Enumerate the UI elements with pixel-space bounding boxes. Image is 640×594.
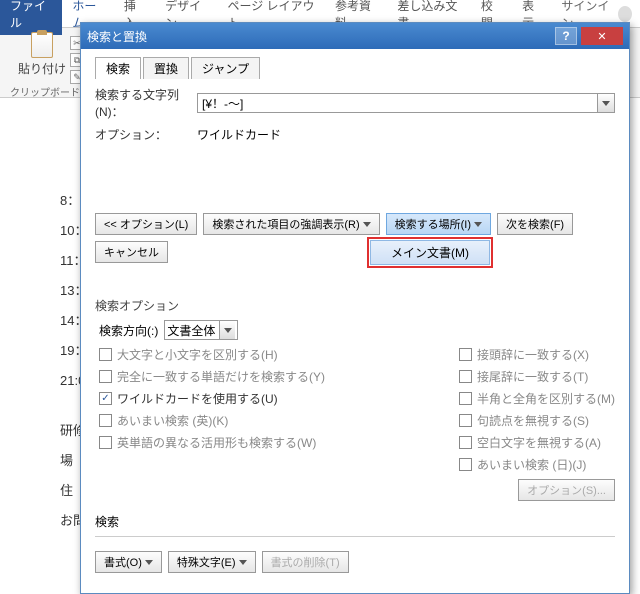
checkbox-option: 接頭辞に一致する(X) [459,346,615,363]
checkbox-label: 半角と全角を区別する(M) [477,390,615,407]
checkbox-option: 空白文字を無視する(A) [459,434,615,451]
paste-button[interactable]: 貼り付け [18,32,66,84]
checkbox-box [459,370,472,383]
checkbox-label: 句読点を無視する(S) [477,412,589,429]
checkbox-option: 句読点を無視する(S) [459,412,615,429]
option-value: ワイルドカード [197,126,281,143]
checkbox-label: あいまい検索 (日)(J) [477,456,586,473]
checkbox-option[interactable]: ワイルドカードを使用する(U) [99,390,325,407]
paste-label: 貼り付け [18,60,66,77]
checkbox-label: 接頭辞に一致する(X) [477,346,589,363]
caret-down-icon [474,222,482,227]
caret-down-icon [239,560,247,565]
caret-down-icon [224,328,232,333]
dropdown-item-main-doc[interactable]: メイン文書(M) [370,240,490,265]
find-replace-dialog: 検索と置換 ? ✕ 検索 置換 ジャンプ 検索する文字列(N)： オプション： … [80,22,630,594]
tab-search[interactable]: 検索 [95,57,141,79]
checkbox-option: 接尾辞に一致する(T) [459,368,615,385]
tab-jump[interactable]: ジャンプ [191,57,260,79]
checkbox-option: 完全に一致する単語だけを検索する(Y) [99,368,325,385]
find-next-button[interactable]: 次を検索(F) [497,213,573,235]
direction-label: 検索方向(:) [99,322,158,339]
search-string-label: 検索する文字列(N)： [95,86,191,120]
checkbox-label: 接尾辞に一致する(T) [477,368,588,385]
checkbox-box [99,414,112,427]
checkbox-label: あいまい検索 (英)(K) [117,412,228,429]
caret-down-icon [363,222,371,227]
checkbox-box [99,392,112,405]
checkbox-box [99,370,112,383]
highlight-button[interactable]: 検索された項目の強調表示(R) [203,213,379,235]
less-options-button[interactable]: << オプション(L) [95,213,197,235]
checkbox-label: 完全に一致する単語だけを検索する(Y) [117,368,325,385]
checkbox-label: 大文字と小文字を区別する(H) [117,346,278,363]
search-in-dropdown: メイン文書(M) [367,237,493,268]
clipboard-icon [31,32,53,58]
caret-down-icon [602,101,610,106]
checkbox-box [99,436,112,449]
cancel-button[interactable]: キャンセル [95,241,168,263]
checkbox-box [99,348,112,361]
checkbox-option: 半角と全角を区別する(M) [459,390,615,407]
dialog-title-text: 検索と置換 [87,28,147,45]
checkbox-option: あいまい検索 (英)(K) [99,412,325,429]
caret-down-icon [145,560,153,565]
clear-format-button: 書式の削除(T) [262,551,349,573]
checkbox-option: 大文字と小文字を区別する(H) [99,346,325,363]
checkbox-box [459,392,472,405]
checkbox-option: 英単語の異なる活用形も検索する(W) [99,434,325,451]
checkbox-option: あいまい検索 (日)(J) [459,456,615,473]
search-string-input[interactable] [197,93,597,113]
checkbox-label: ワイルドカードを使用する(U) [117,390,278,407]
special-char-button[interactable]: 特殊文字(E) [168,551,256,573]
option-label: オプション： [95,126,191,143]
format-button[interactable]: 書式(O) [95,551,162,573]
search-options-title: 検索オプション [95,297,615,314]
jp-options-button: オプション(S)... [518,479,615,501]
clipboard-group-label: クリップボード [10,84,80,99]
help-button[interactable]: ? [555,27,577,45]
dialog-titlebar[interactable]: 検索と置換 ? ✕ [81,23,629,49]
combo-drop-icon[interactable] [597,93,615,113]
search-string-combo[interactable] [197,93,615,113]
tab-replace[interactable]: 置換 [143,57,189,79]
checkbox-box [459,414,472,427]
checkbox-box [459,458,472,471]
search-in-button[interactable]: 検索する場所(I) [386,213,491,235]
close-icon: ✕ [597,30,606,43]
direction-value: 文書全体 [167,322,215,339]
tab-file[interactable]: ファイル [0,0,62,35]
avatar-icon [618,6,632,22]
checkbox-box [459,436,472,449]
checkbox-label: 英単語の異なる活用形も検索する(W) [117,434,316,451]
close-button[interactable]: ✕ [581,27,623,45]
direction-select[interactable]: 文書全体 [164,320,238,340]
bottom-title: 検索 [95,513,615,530]
checkbox-label: 空白文字を無視する(A) [477,434,601,451]
checkbox-box [459,348,472,361]
